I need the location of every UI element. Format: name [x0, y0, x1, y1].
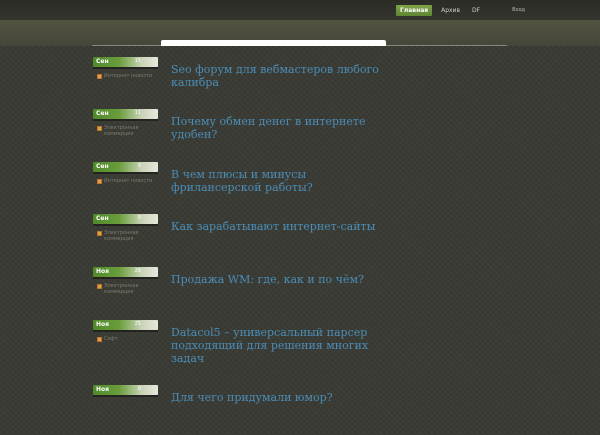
post-category[interactable]: Электронная коммерция: [97, 230, 157, 242]
post-date: Сен 9: [93, 162, 158, 174]
post-day: 25: [134, 321, 141, 327]
post-month: Сен: [96, 58, 109, 65]
post-entry: Ноя 8 Для чего придумали юмор?: [93, 385, 393, 435]
post-title-link[interactable]: В чем плюсы и минусы фрилансерской работ…: [171, 168, 381, 194]
category-folder-icon: [97, 337, 102, 342]
category-folder-icon: [97, 126, 102, 131]
post-category[interactable]: Интернет новости: [97, 178, 157, 184]
nav-item-df[interactable]: DF: [469, 5, 483, 16]
post-date: Ноя 25: [93, 320, 158, 332]
post-month: Ноя: [96, 386, 109, 393]
post-title-link[interactable]: Почему обмен денег в интернете удобен?: [171, 115, 381, 141]
post-category[interactable]: Электронная коммерция: [97, 283, 157, 295]
post-date: Сен 15: [93, 57, 158, 69]
search-input[interactable]: [161, 40, 386, 46]
post-month: Сен: [96, 163, 109, 170]
category-label: Интернет новости: [104, 73, 153, 79]
category-folder-icon: [97, 179, 102, 184]
top-bar: Главная Архив DF Вход: [0, 0, 600, 20]
category-label: Электронная коммерция: [104, 125, 139, 137]
post-category[interactable]: Электронная коммерция: [97, 125, 157, 137]
post-date: Сен 8: [93, 214, 158, 226]
post-entry: Сен 9 Интернет новости В чем плюсы и мин…: [93, 162, 393, 212]
post-entry: Сен 15 Интернет новости Seo форум для ве…: [93, 57, 393, 107]
category-label: Электронная коммерция: [104, 283, 139, 295]
nav-item-archive[interactable]: Архив: [438, 5, 463, 16]
post-day: 9: [137, 163, 141, 169]
post-day: 11: [134, 110, 141, 116]
main-nav: Главная Архив DF Вход: [396, 3, 528, 17]
post-date: Ноя 8: [93, 385, 158, 397]
post-day: 8: [137, 215, 141, 221]
post-entry: Сен 11 Электронная коммерция Почему обме…: [93, 109, 393, 159]
post-title-link[interactable]: Datacol5 – универсальный парсер подходящ…: [171, 326, 381, 365]
post-title-link[interactable]: Для чего придумали юмор?: [171, 391, 381, 404]
category-folder-icon: [97, 231, 102, 236]
category-label: Интернет новости: [104, 178, 153, 184]
post-month: Ноя: [96, 268, 109, 275]
category-folder-icon: [97, 74, 102, 79]
post-day: 15: [134, 58, 141, 64]
post-month: Сен: [96, 215, 109, 222]
post-day: 26: [134, 268, 141, 274]
category-label: Софт: [104, 336, 118, 342]
nav-item-home[interactable]: Главная: [396, 4, 433, 16]
post-title-link[interactable]: Продажа WM: где, как и по чём?: [171, 273, 381, 286]
post-category[interactable]: Софт: [97, 336, 157, 342]
post-title-link[interactable]: Как зарабатывают интернет-сайты: [171, 220, 381, 233]
post-day: 8: [137, 386, 141, 392]
post-title-link[interactable]: Seo форум для вебмастеров любого калибра: [171, 63, 381, 89]
category-label: Электронная коммерция: [104, 230, 139, 242]
post-category[interactable]: Интернет новости: [97, 73, 157, 79]
post-entry: Сен 8 Электронная коммерция Как зарабаты…: [93, 214, 393, 264]
post-month: Сен: [96, 110, 109, 117]
login-link[interactable]: Вход: [509, 5, 528, 15]
category-folder-icon: [97, 284, 102, 289]
post-date: Ноя 26: [93, 267, 158, 279]
post-month: Ноя: [96, 321, 109, 328]
post-entry: Ноя 26 Электронная коммерция Продажа WM:…: [93, 267, 393, 317]
post-date: Сен 11: [93, 109, 158, 121]
post-entry: Ноя 25 Софт Datacol5 – универсальный пар…: [93, 320, 393, 370]
